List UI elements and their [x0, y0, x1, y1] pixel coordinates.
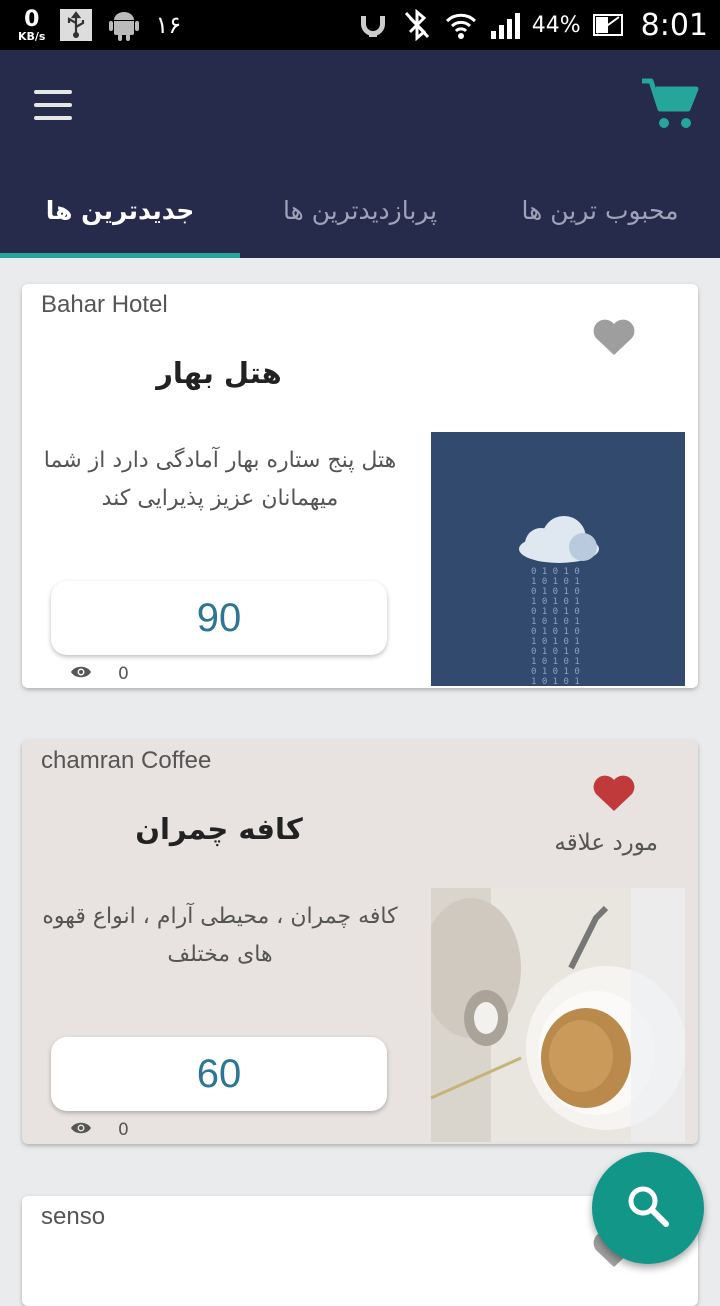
price-button[interactable]: 60	[51, 1037, 387, 1111]
card-english-name: senso	[41, 1203, 106, 1230]
bluetooth-off-icon	[400, 8, 434, 42]
svg-text:0 1 0 1 0: 0 1 0 1 0	[531, 587, 580, 597]
view-count: 0	[70, 1120, 129, 1140]
svg-text:1 0 1 0 1: 1 0 1 0 1	[531, 577, 580, 587]
usb-icon	[59, 8, 93, 42]
svg-text:1 0 1 0 1: 1 0 1 0 1	[531, 677, 580, 686]
tab-most-popular[interactable]: محبوب ترین ها	[480, 162, 720, 258]
view-count-value: 0	[118, 664, 129, 684]
clock: 8:01	[640, 7, 708, 43]
heart-icon[interactable]	[592, 317, 636, 357]
tab-bar: جدیدترین ها پربازدیدترین ها محبوب ترین ه…	[0, 162, 720, 258]
svg-text:0 1 0 1 0: 0 1 0 1 0	[531, 667, 580, 677]
card-title: کافه چمران	[135, 812, 303, 846]
menu-icon[interactable]	[34, 90, 78, 126]
card-description: هتل پنج ستاره بهار آمادگی دارد از شما می…	[43, 448, 397, 511]
signal-icon	[488, 8, 522, 42]
battery-percent: 44%	[531, 12, 581, 38]
battery-icon	[591, 8, 625, 42]
svg-text:0 1 0 1 0: 0 1 0 1 0	[531, 627, 580, 637]
card-english-name: Bahar Hotel	[41, 291, 168, 318]
card-english-name: chamran Coffee	[41, 747, 212, 774]
cart-icon[interactable]	[640, 75, 700, 135]
tab-newest[interactable]: جدیدترین ها	[0, 162, 240, 258]
wifi-icon	[444, 8, 478, 42]
net-speed: 0 KB/s	[18, 6, 46, 43]
heart-icon[interactable]	[592, 773, 636, 813]
card-title: هتل بهار	[156, 356, 282, 390]
app-bar: جدیدترین ها پربازدیدترین ها محبوب ترین ه…	[0, 50, 720, 258]
android-icon	[107, 8, 141, 42]
svg-text:1 0 1 0 1: 1 0 1 0 1	[531, 637, 580, 647]
search-fab[interactable]	[592, 1152, 704, 1264]
net-speed-unit: KB/s	[18, 29, 46, 43]
search-icon	[626, 1184, 670, 1232]
card-description: کافه چمران ، محیطی آرام ، انواع قهوه های…	[42, 904, 398, 967]
svg-text:0 1 0 1 0: 0 1 0 1 0	[531, 567, 580, 577]
svg-text:1 0 1 0 1: 1 0 1 0 1	[531, 597, 580, 607]
card-image-coffee	[431, 888, 685, 1142]
vibrate-icon	[356, 8, 390, 42]
eye-icon	[70, 1120, 92, 1140]
notification-count: ۱۶	[155, 11, 182, 39]
net-speed-value: 0	[24, 6, 40, 32]
eye-icon	[70, 664, 92, 684]
place-card[interactable]: chamran Coffee مورد علاقه کافه چمران کاف…	[22, 740, 698, 1144]
favorite-label: مورد علاقه	[554, 830, 658, 856]
svg-text:1 0 1 0 1: 1 0 1 0 1	[531, 617, 580, 627]
svg-text:1 0 1 0 1: 1 0 1 0 1	[531, 657, 580, 667]
card-image-placeholder: 0 1 0 1 0 1 0 1 0 1 0 1 0 1 0 1 0 1 0 1 …	[431, 432, 685, 686]
view-count-value: 0	[118, 1120, 129, 1140]
place-card[interactable]: Bahar Hotel هتل بهار هتل پنج ستاره بهار …	[22, 284, 698, 688]
svg-text:0 1 0 1 0: 0 1 0 1 0	[531, 647, 580, 657]
tab-most-visited[interactable]: پربازدیدترین ها	[240, 162, 480, 258]
price-button[interactable]: 90	[51, 581, 387, 655]
svg-text:0 1 0 1 0: 0 1 0 1 0	[531, 607, 580, 617]
view-count: 0	[70, 664, 129, 684]
status-bar: 0 KB/s ۱۶ 44% 8:01	[0, 0, 720, 50]
